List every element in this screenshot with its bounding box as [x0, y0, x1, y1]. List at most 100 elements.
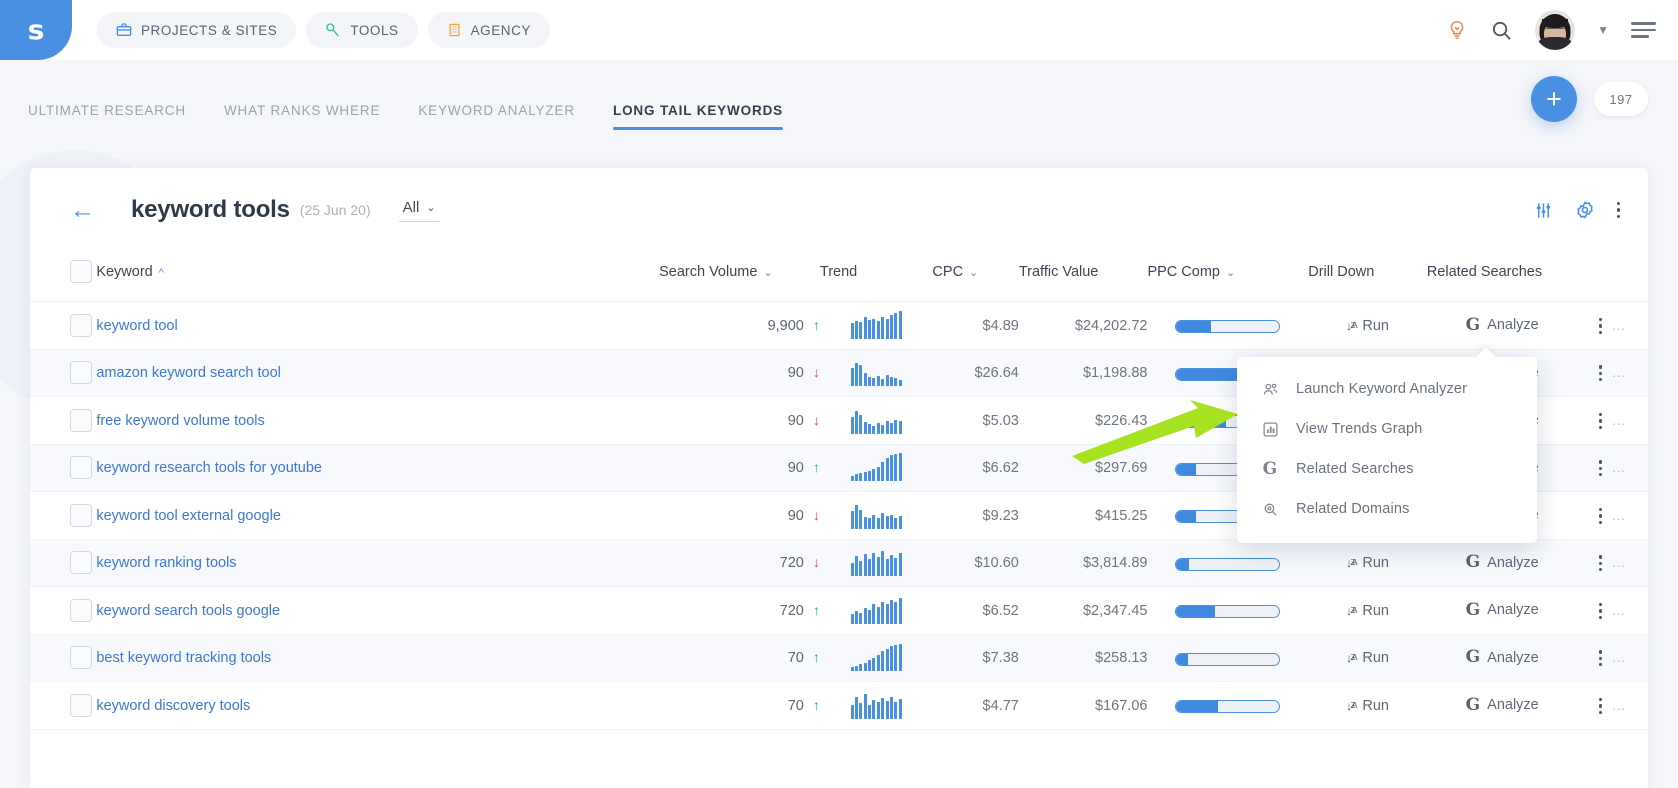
back-arrow-icon[interactable]: ← — [70, 197, 95, 223]
row-checkbox[interactable] — [70, 598, 92, 622]
menu-item-related-domains[interactable]: Related Domains — [1237, 489, 1537, 529]
row-kebab-menu-icon[interactable] — [1599, 697, 1603, 714]
keyword-link[interactable]: keyword research tools for youtube — [96, 460, 322, 476]
chevron-down-icon[interactable]: ▼ — [1597, 23, 1609, 37]
traffic-value: $3,814.89 — [1082, 555, 1148, 572]
th-ppc-comp[interactable]: PPC Comp ⌄ — [1147, 252, 1309, 302]
row-overflow-icon[interactable]: … — [1611, 649, 1626, 665]
row-kebab-menu-icon[interactable] — [1599, 412, 1603, 429]
keyword-link[interactable]: keyword discovery tools — [96, 698, 250, 714]
row-overflow-icon[interactable]: … — [1611, 554, 1626, 570]
row-kebab-menu-icon[interactable] — [1599, 555, 1603, 572]
table-row[interactable]: keyword tool 9,900 ↑ $4.89 $24,202.72 ↓ A Z Run G… — [30, 301, 1648, 350]
run-button[interactable]: ↓AZ Run — [1346, 603, 1389, 619]
nav-pill-agency[interactable]: AGENCY — [427, 12, 550, 48]
drill-down-cell: ↓AZ Run — [1308, 586, 1427, 635]
keyword-cell: keyword research tools for youtube — [96, 444, 660, 492]
search-icon[interactable] — [1490, 19, 1513, 42]
card-more-menu-icon[interactable] — [1616, 201, 1620, 219]
analyze-button[interactable]: G Analyze — [1466, 554, 1539, 571]
menu-item-view-trends-graph[interactable]: View Trends Graph — [1237, 409, 1537, 449]
row-checkbox[interactable] — [70, 693, 92, 717]
th-search-volume[interactable]: Search Volume ⌄ — [659, 252, 820, 302]
row-overflow-icon[interactable]: … — [1611, 364, 1626, 380]
analyze-button[interactable]: G Analyze — [1466, 649, 1539, 666]
table-row[interactable]: keyword ranking tools 720 ↓ $10.60 $3,814.89… — [30, 539, 1648, 587]
row-overflow-icon[interactable]: … — [1611, 602, 1626, 618]
search-volume-cell: 90 ↓ — [659, 349, 820, 397]
keyword-link[interactable]: best keyword tracking tools — [96, 650, 271, 666]
row-overflow-icon[interactable]: … — [1611, 412, 1626, 428]
th-cpc[interactable]: CPC ⌄ — [932, 252, 1019, 302]
people-icon — [1261, 381, 1279, 398]
run-button[interactable]: ↓AZ Run — [1346, 318, 1389, 334]
row-checkbox[interactable] — [70, 456, 92, 480]
add-button[interactable]: + — [1531, 76, 1577, 122]
keyword-link[interactable]: keyword ranking tools — [96, 555, 236, 571]
keyword-link[interactable]: keyword tool external google — [96, 508, 281, 524]
keyword-link[interactable]: free keyword volume tools — [96, 413, 264, 429]
row-overflow-icon[interactable]: … — [1611, 459, 1626, 475]
run-button[interactable]: ↓AZ Run — [1346, 650, 1389, 666]
sort-asc-icon: ^ — [158, 266, 164, 279]
lightbulb-icon[interactable] — [1446, 19, 1468, 41]
avatar[interactable] — [1535, 10, 1576, 50]
select-all-checkbox[interactable] — [70, 260, 92, 283]
tab-ultimate-research[interactable]: ULTIMATE RESEARCH — [28, 103, 186, 130]
row-checkbox[interactable] — [70, 313, 92, 337]
keyword-cell: best keyword tracking tools — [96, 634, 660, 682]
table-row[interactable]: keyword search tools google 720 ↑ $6.52 $2,3… — [30, 586, 1648, 635]
gear-icon[interactable] — [1575, 200, 1595, 220]
row-checkbox[interactable] — [70, 408, 92, 432]
analyze-button[interactable]: G Analyze — [1466, 696, 1539, 714]
run-button[interactable]: ↓AZ Run — [1346, 555, 1389, 571]
analyze-button[interactable]: G Analyze — [1466, 601, 1539, 619]
row-actions-cell: … — [1577, 349, 1648, 397]
trend-sparkline — [850, 404, 902, 434]
run-button[interactable]: ↓AZ Run — [1346, 698, 1389, 714]
row-checkbox[interactable] — [70, 503, 92, 527]
row-checkbox[interactable] — [70, 646, 92, 670]
keyword-link[interactable]: amazon keyword search tool — [96, 365, 281, 381]
row-kebab-menu-icon[interactable] — [1599, 365, 1603, 382]
search-volume-cell: 720 ↓ — [659, 539, 820, 587]
analyze-button[interactable]: G Analyze — [1466, 316, 1539, 334]
related-searches-cell: G Analyze — [1426, 634, 1578, 682]
row-kebab-menu-icon[interactable] — [1599, 460, 1603, 477]
row-overflow-icon[interactable]: … — [1611, 507, 1626, 523]
hamburger-menu-icon[interactable] — [1631, 22, 1656, 38]
keyword-link[interactable]: keyword tool — [96, 318, 177, 334]
keyword-link[interactable]: keyword search tools google — [96, 603, 280, 619]
card-header: ← keyword tools (25 Jun 20) All ⌄ — [30, 168, 1648, 252]
sliders-icon[interactable] — [1534, 201, 1553, 220]
nav-pill-tools[interactable]: TOOLS — [306, 12, 418, 48]
row-kebab-menu-icon[interactable] — [1599, 317, 1603, 334]
app-logo[interactable]: s — [0, 0, 72, 60]
row-kebab-menu-icon[interactable] — [1599, 650, 1603, 667]
tab-what-ranks-where[interactable]: WHAT RANKS WHERE — [224, 103, 380, 130]
row-overflow-icon[interactable]: … — [1611, 317, 1626, 333]
keyword-cell: keyword ranking tools — [96, 539, 660, 587]
filter-all-dropdown[interactable]: All ⌄ — [398, 199, 440, 222]
menu-item-related-searches[interactable]: G Related Searches — [1237, 449, 1537, 489]
ppc-comp-cell — [1147, 539, 1309, 587]
table-row[interactable]: best keyword tracking tools 70 ↑ $7.38 $258.… — [30, 634, 1648, 682]
trend-cell — [819, 444, 933, 492]
nav-pill-projects-sites[interactable]: PROJECTS & SITES — [97, 12, 297, 48]
row-actions-cell: … — [1577, 681, 1648, 730]
row-kebab-menu-icon[interactable] — [1599, 507, 1603, 524]
row-overflow-icon[interactable]: … — [1611, 697, 1626, 713]
menu-item-launch-keyword-analyzer[interactable]: Launch Keyword Analyzer — [1237, 369, 1537, 409]
run-label: Run — [1362, 555, 1389, 572]
tab-keyword-analyzer[interactable]: KEYWORD ANALYZER — [418, 103, 575, 130]
row-kebab-menu-icon[interactable] — [1599, 602, 1603, 619]
row-checkbox[interactable] — [70, 551, 92, 575]
table-row[interactable]: keyword discovery tools 70 ↑ $4.77 $167.06 ↓ A… — [30, 681, 1648, 730]
th-row-actions — [1577, 252, 1648, 302]
ppc-comp-bar — [1175, 320, 1281, 334]
th-keyword[interactable]: Keyword ^ — [96, 252, 660, 302]
th-ppc-comp-label: PPC Comp — [1147, 263, 1220, 280]
tab-long-tail-keywords[interactable]: LONG TAIL KEYWORDS — [612, 103, 784, 130]
credit-count-chip[interactable]: 197 — [1594, 82, 1648, 116]
row-checkbox[interactable] — [70, 361, 92, 385]
